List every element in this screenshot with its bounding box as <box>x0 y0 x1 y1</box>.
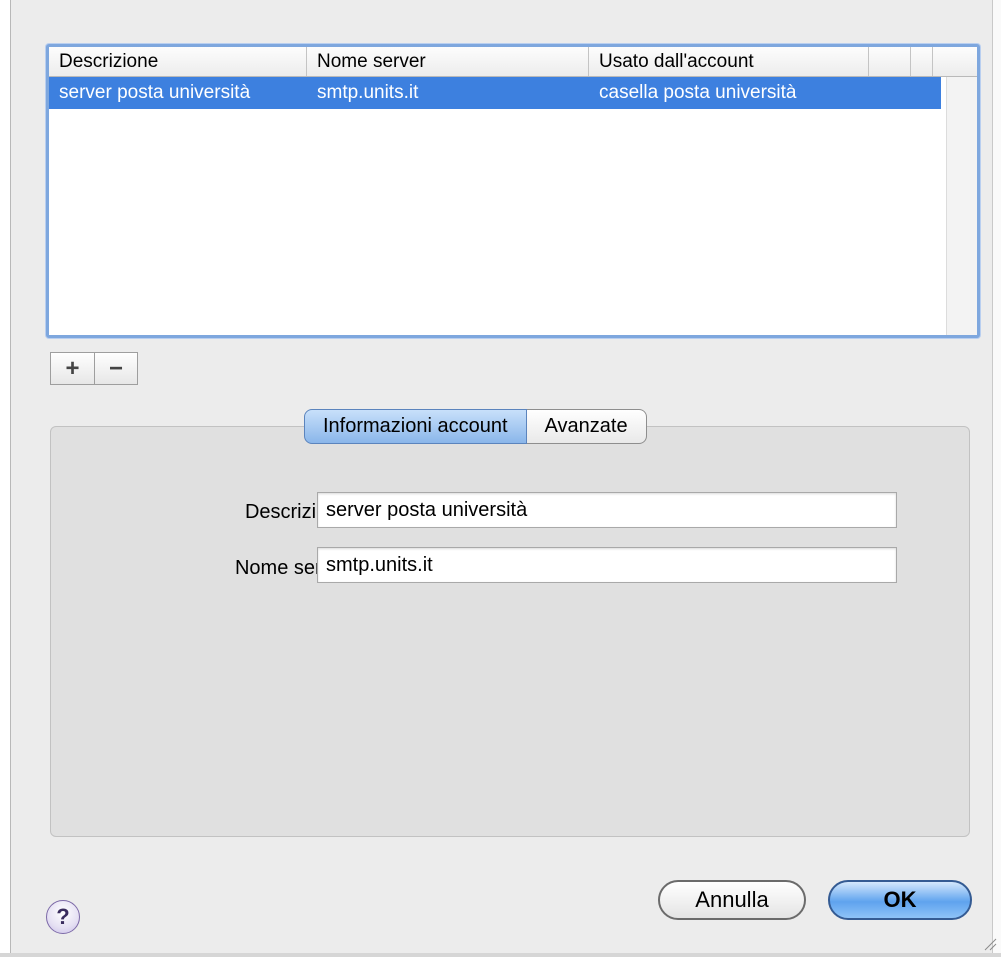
column-header-used-by-account[interactable]: Usato dall'account <box>589 47 869 76</box>
window-left-edge <box>0 0 11 957</box>
column-header-empty <box>933 47 953 76</box>
help-button[interactable]: ? <box>46 900 80 934</box>
window-bottom-edge <box>0 953 1001 957</box>
server-name-label: Nome server: <box>234 557 355 579</box>
add-server-button[interactable]: + <box>50 352 94 385</box>
smtp-server-table[interactable]: Descrizione Nome server Usato dall'accou… <box>46 44 980 338</box>
table-header: Descrizione Nome server Usato dall'accou… <box>49 47 977 77</box>
table-scrollbar[interactable] <box>946 77 977 335</box>
window-right-edge <box>992 0 1001 957</box>
column-header-description[interactable]: Descrizione <box>49 47 307 76</box>
cancel-button[interactable]: Annulla <box>658 880 806 920</box>
description-field[interactable]: server posta università <box>317 492 897 528</box>
cell-used-by-account: casella posta università <box>599 82 797 103</box>
cell-server-name: smtp.units.it <box>317 82 419 103</box>
tab-pane: Descrizione: server posta università Nom… <box>50 426 970 837</box>
tab-account-info[interactable]: Informazioni account <box>304 409 527 444</box>
resize-grip-icon[interactable] <box>983 937 997 951</box>
server-name-field[interactable]: smtp.units.it <box>317 547 897 583</box>
column-header-empty <box>911 47 933 76</box>
tab-bar: Informazioni account Avanzate <box>304 409 647 444</box>
table-row[interactable]: server posta università smtp.units.it ca… <box>49 77 941 109</box>
description-label: Descrizione: <box>244 501 355 523</box>
remove-server-button[interactable]: − <box>94 352 138 385</box>
column-header-server-name[interactable]: Nome server <box>307 47 589 76</box>
ok-button[interactable]: OK <box>828 880 972 920</box>
cell-description: server posta università <box>59 82 251 103</box>
column-header-empty <box>869 47 911 76</box>
tab-advanced[interactable]: Avanzate <box>526 409 647 444</box>
